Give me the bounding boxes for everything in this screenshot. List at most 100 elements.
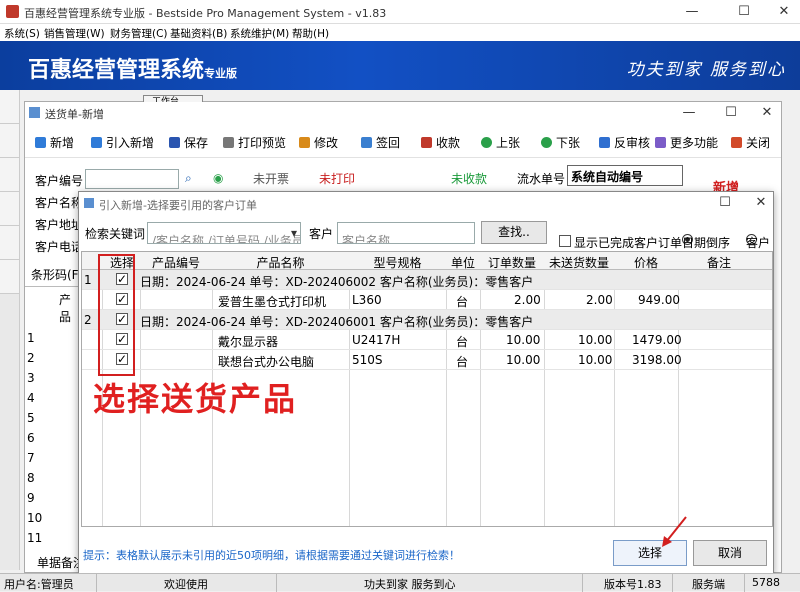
left-sidebar <box>0 90 20 570</box>
maximize-icon[interactable]: ☐ <box>730 3 758 21</box>
group-number: 1 <box>84 273 92 287</box>
customer-address-label: 客户地址 <box>35 218 84 232</box>
maximize-icon[interactable]: ☐ <box>711 194 739 212</box>
product-unit: 台 <box>456 295 469 309</box>
print-preview-button[interactable]: 打印预览 <box>223 134 286 151</box>
order-qty: 10.00 <box>506 353 541 367</box>
keyword-select[interactable]: /客户名称 /订单号码 /业务员 ▾ <box>147 222 301 244</box>
plus-icon <box>91 137 102 148</box>
app-banner: 百惠经营管理系统专业版 功夫到家 服务到心 <box>0 41 800 90</box>
row-number: 10 <box>27 511 43 525</box>
delivery-window-titlebar: 送货单-新增 — ☐ ✕ <box>25 102 781 124</box>
status-user: 用户名:管理员 <box>4 578 74 591</box>
chevron-down-icon: ▾ <box>290 226 297 240</box>
product-column-header: 产品 <box>59 293 72 324</box>
maximize-icon[interactable]: ☐ <box>717 104 745 122</box>
serial-number-field: 系统自动编号 <box>567 165 683 186</box>
window-icon <box>29 107 40 118</box>
next-button[interactable]: 下张 <box>541 134 580 151</box>
dialog-titlebar: 引入新增-选择要引用的客户订单 ☐ ✕ <box>79 192 773 214</box>
customer-no-label: 客户编号 <box>35 174 84 188</box>
pointer-arrow-icon <box>662 516 687 547</box>
column-header[interactable]: 单位 <box>446 254 480 271</box>
column-header[interactable]: 未送货数量 <box>544 254 614 271</box>
price: 3198.00 <box>632 353 682 367</box>
status-phone: 5788 <box>752 576 780 589</box>
grid-header: 选择 产品编号 产品名称 型号规格 单位 订单数量 未送货数量 价格 备注 <box>82 252 772 271</box>
order-group-row[interactable]: 1 ✓ 日期：2024-06-24 单号：XD-202406002 客户名称(业… <box>82 270 772 290</box>
order-qty: 2.00 <box>514 293 541 307</box>
close-icon[interactable]: ✕ <box>753 104 781 122</box>
row-number: 1 <box>27 331 35 345</box>
import-add-button[interactable]: 引入新增 <box>91 134 154 151</box>
more-icon <box>655 137 666 148</box>
customer-no-input[interactable] <box>85 169 179 189</box>
menu-system[interactable]: 系统(S) <box>4 26 40 41</box>
row-number: 4 <box>27 391 35 405</box>
row-number: 3 <box>27 371 35 385</box>
dialog-title: 引入新增-选择要引用的客户订单 <box>99 199 257 212</box>
product-name: 联想台式办公电脑 <box>218 355 315 369</box>
column-header[interactable]: 价格 <box>614 254 678 271</box>
add-button[interactable]: 新增 <box>35 134 74 151</box>
status-service: 服务端 <box>692 578 725 591</box>
close-icon[interactable]: ✕ <box>770 3 798 21</box>
unapprove-button[interactable]: 反审核 <box>599 134 650 151</box>
status-motto: 功夫到家 服务到心 <box>364 578 456 591</box>
row-number: 7 <box>27 451 35 465</box>
more-functions-button[interactable]: 更多功能 <box>655 134 718 151</box>
status-bar: 用户名:管理员 欢迎使用 功夫到家 服务到心 版本号1.83 服务端 5788 <box>0 573 800 592</box>
search-bar: 检索关键词 /客户名称 /订单号码 /业务员 ▾ 客户 客户名称 查找.. 显示已… <box>79 216 773 250</box>
save-button[interactable]: 保存 <box>169 134 208 151</box>
menu-bar: 系统(S) 销售管理(W) 财务管理(C) 基础资料(B) 系统维护(M) 帮助… <box>0 24 800 41</box>
cancel-button[interactable]: 取消 <box>693 540 767 566</box>
printer-icon <box>223 137 234 148</box>
menu-basic-data[interactable]: 基础资料(B) <box>170 26 227 41</box>
customer-input[interactable]: 客户名称 <box>337 222 475 244</box>
dialog-icon <box>84 198 94 208</box>
column-header[interactable]: 备注 <box>678 254 760 271</box>
menu-help[interactable]: 帮助(H) <box>292 26 329 41</box>
group-number: 2 <box>84 313 92 327</box>
undelivered-qty: 10.00 <box>578 333 613 347</box>
menu-maintenance[interactable]: 系统维护(M) <box>230 26 289 41</box>
minimize-icon[interactable]: — <box>678 3 706 21</box>
status-version: 版本号1.83 <box>604 578 662 591</box>
previous-button[interactable]: 上张 <box>481 134 520 151</box>
arrow-up-icon <box>481 137 492 148</box>
undelivered-qty: 2.00 <box>586 293 613 307</box>
product-unit: 台 <box>456 335 469 349</box>
collect-payment-button[interactable]: 收款 <box>421 134 460 151</box>
menu-sales[interactable]: 销售管理(W) <box>44 26 105 41</box>
row-number: 9 <box>27 491 35 505</box>
column-header[interactable]: 型号规格 <box>349 254 446 271</box>
customer-phone-label: 客户电话 <box>35 240 84 254</box>
arrow-down-icon <box>541 137 552 148</box>
column-header[interactable]: 产品名称 <box>212 254 349 271</box>
row-number: 2 <box>27 351 35 365</box>
product-unit: 台 <box>456 355 469 369</box>
menu-finance[interactable]: 财务管理(C) <box>110 26 168 41</box>
order-group-row[interactable]: 2 ✓ 日期：2024-06-24 单号：XD-202406001 客户名称(业… <box>82 310 772 330</box>
minimize-icon[interactable]: — <box>675 104 703 122</box>
undelivered-qty: 10.00 <box>578 353 613 367</box>
table-row[interactable]: ✓ 联想台式办公电脑 510S 台 10.00 10.00 3198.00 <box>82 350 772 370</box>
find-button[interactable]: 查找.. <box>481 221 547 244</box>
invoice-status: 未开票 <box>253 172 290 186</box>
column-header[interactable]: 产品编号 <box>140 254 212 271</box>
close-button[interactable]: 关闭 <box>731 134 770 151</box>
product-model: L360 <box>352 293 382 307</box>
search-icon[interactable]: ⌕ <box>185 171 192 186</box>
table-row[interactable]: ✓ 戴尔显示器 U2417H 台 10.00 10.00 1479.00 <box>82 330 772 350</box>
banner-title: 百惠经营管理系统专业版 <box>28 58 238 83</box>
refresh-icon[interactable]: ◉ <box>213 171 223 185</box>
price: 1479.00 <box>632 333 682 347</box>
group-header-text: 日期：2024-06-24 单号：XD-202406001 客户名称(业务员)：… <box>140 315 534 329</box>
close-icon[interactable]: ✕ <box>747 194 775 212</box>
column-header[interactable]: 订单数量 <box>480 254 544 271</box>
sign-back-button[interactable]: 签回 <box>361 134 400 151</box>
table-row[interactable]: ✓ 爱普生墨仓式打印机 L360 台 2.00 2.00 949.00 <box>82 290 772 310</box>
row-number: 8 <box>27 471 35 485</box>
show-completed-toggle[interactable]: 显示已完成客户订单 <box>559 225 682 250</box>
edit-button[interactable]: 修改 <box>299 134 338 151</box>
